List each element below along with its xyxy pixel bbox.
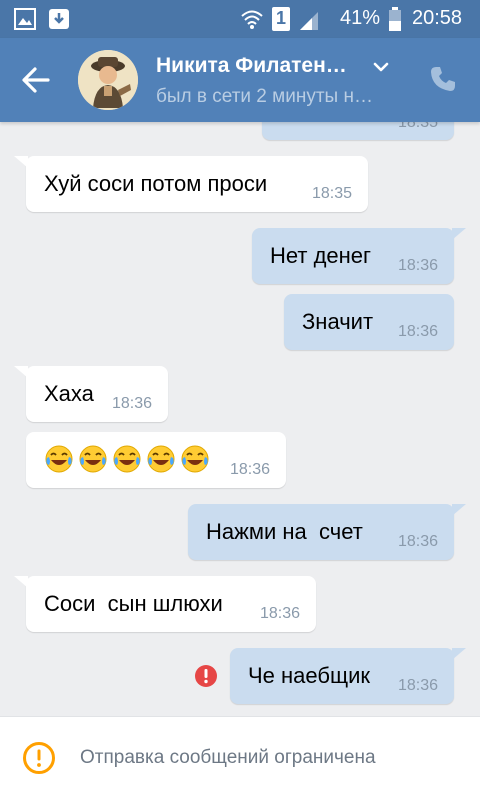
message-bubble[interactable]: Соси сын шлюхи 18:36 [14,576,316,632]
tears-of-joy-emoji-icon [147,445,175,473]
messaging-restricted-banner: Отправка сообщений ограничена [0,716,480,801]
message-time: 18:35 [311,185,352,202]
signal-icon [300,12,318,30]
tears-of-joy-emoji-icon [181,445,209,473]
avatar[interactable] [78,50,138,110]
clock: 20:58 [412,7,463,29]
message-text: Че наебщик [248,663,370,688]
sim-card-icon: 1 [272,7,290,31]
download-icon [49,9,69,29]
message-bubble[interactable]: 18:35 [262,122,454,140]
back-arrow-icon[interactable] [16,60,56,100]
message-time: 18:36 [397,677,438,694]
wifi-icon [241,10,263,29]
contact-name[interactable]: Никита Филатен… [156,54,368,78]
restriction-notice: Отправка сообщений ограничена [80,747,376,768]
bubble-tail [14,156,28,168]
message-bubble[interactable]: Че наебщик 18:36 [230,648,466,704]
message-bubble[interactable]: Нажми на счет 18:36 [188,504,466,560]
bubble-tail [452,504,466,516]
battery-percent: 41% [340,7,381,29]
chevron-down-icon[interactable] [372,60,390,74]
avatar-image [78,50,138,110]
tears-of-joy-emoji-icon [113,445,141,473]
tears-of-joy-emoji-icon [45,445,73,473]
battery-icon [389,7,401,31]
message-text: Хаха [44,381,94,406]
message-text: Хуй соси потом проси [44,171,268,196]
message-text: Нет денег [270,243,372,268]
message-time: 18:36 [259,605,300,622]
message-time: 18:36 [397,533,438,550]
sim-number: 1 [276,8,287,28]
bubble-tail [452,648,466,660]
last-seen-status: был в сети 2 минуты н… [156,86,373,107]
message-text: Соси сын шлюхи [44,591,223,616]
message-text: Значит [302,309,374,334]
message-text: Нажми на счет [206,519,363,544]
message-bubble[interactable]: Значит 18:36 [284,294,454,350]
message-bubble[interactable]: Нет денег 18:36 [252,228,466,284]
send-error-icon[interactable] [194,664,218,688]
status-bar: 1 41% 20:58 [0,0,480,38]
tears-of-joy-emoji-icon [79,445,107,473]
emoji-row [44,444,214,474]
chat-header: Никита Филатен… был в сети 2 минуты н… [0,38,480,122]
message-time: 18:35 [397,122,438,131]
warning-icon [23,742,55,774]
message-list[interactable]: 18:35 Хуй соси потом проси 18:35 Нет ден… [0,122,480,714]
message-time: 18:36 [397,257,438,274]
phone-icon[interactable] [428,64,458,94]
bubble-tail [14,366,28,378]
bubble-tail [14,576,28,588]
message-time: 18:36 [397,323,438,340]
message-bubble[interactable]: 18:36 [26,432,286,488]
message-bubble[interactable]: Хуй соси потом проси 18:35 [14,156,368,212]
message-bubble[interactable]: Хаха 18:36 [14,366,168,422]
message-time: 18:36 [111,395,152,412]
gallery-icon [14,8,36,30]
bubble-tail [452,228,466,240]
message-time: 18:36 [229,461,270,478]
